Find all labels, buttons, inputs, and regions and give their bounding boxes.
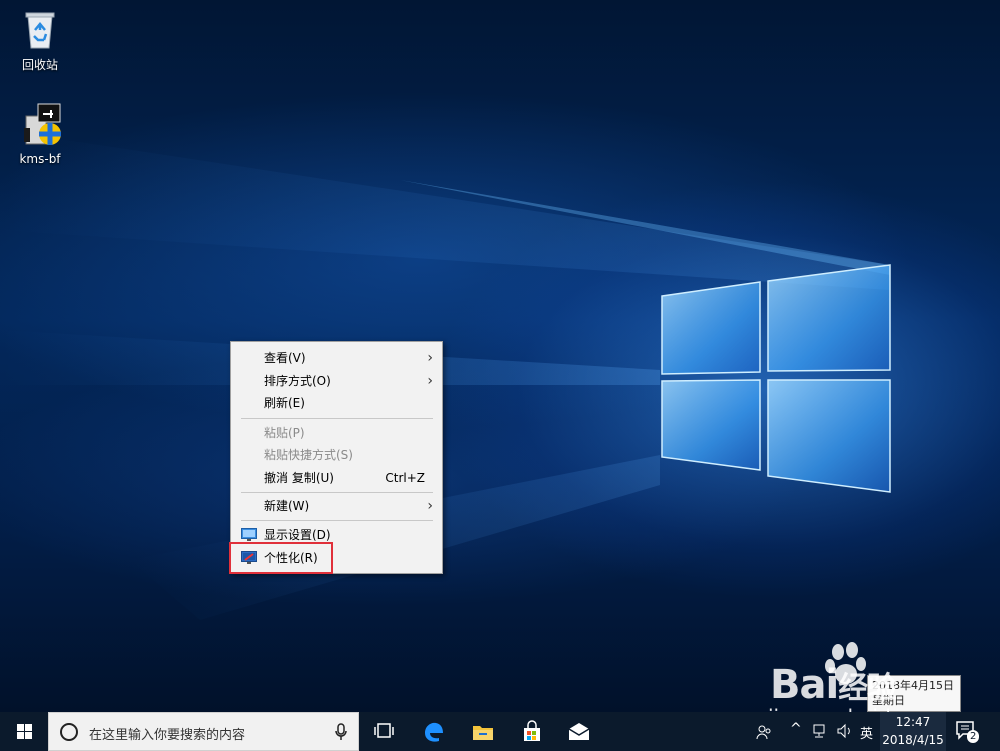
people-icon[interactable] [756, 724, 772, 740]
chevron-right-icon: › [427, 498, 433, 514]
highlight-annotation [229, 542, 333, 574]
menu-item-label: 查看(V) [264, 351, 306, 365]
edge-icon [425, 722, 443, 742]
desktop-icon-label: kms-bf [19, 152, 61, 166]
menu-separator [241, 520, 433, 521]
clock-time: 12:47 [895, 715, 931, 729]
menu-item-paste: 粘贴(P) [231, 422, 442, 444]
kms-app-icon [24, 103, 61, 145]
watermark-brand-latin: Bai [770, 662, 839, 708]
watermark-brand: Bai经验 [770, 662, 897, 708]
edge-button[interactable] [413, 712, 453, 751]
task-view-button[interactable] [364, 712, 404, 751]
menu-item-label: 撤消 复制(U) [264, 471, 334, 485]
volume-icon[interactable] [836, 723, 854, 739]
menu-item-label: 排序方式(O) [264, 374, 331, 388]
clock-date: 2018/4/15 [882, 733, 944, 747]
file-explorer-button[interactable] [462, 712, 502, 751]
mail-icon [568, 723, 590, 740]
menu-item-shortcut: Ctrl+Z [385, 471, 425, 485]
menu-item-label: 刷新(E) [264, 396, 305, 410]
watermark-brand-cjk: 经验 [838, 671, 897, 706]
task-view-icon [374, 723, 394, 738]
desktop-icon-kms-bf[interactable]: kms-bf [7, 102, 73, 166]
microphone-icon[interactable] [335, 723, 347, 741]
notification-badge: 2 [967, 730, 980, 743]
menu-separator [241, 418, 433, 419]
mail-button[interactable] [558, 712, 598, 751]
menu-item-label: 新建(W) [264, 499, 310, 513]
menu-item-view[interactable]: 查看(V) › [231, 347, 442, 369]
clock[interactable]: 12:47 2018/4/15 [880, 712, 946, 751]
desktop-context-menu: 查看(V) › 排序方式(O) › 刷新(E) 粘贴(P) 粘贴快捷方式(S) … [230, 341, 443, 574]
network-icon[interactable] [812, 723, 830, 739]
taskbar: 在这里输入你要搜索的内容 ^ 英 12:47 2018/4/15 2 [0, 712, 1000, 751]
menu-separator [241, 492, 433, 493]
chevron-up-icon[interactable]: ^ [790, 721, 802, 751]
menu-item-label: 粘贴(P) [264, 426, 305, 440]
desktop-icon-recycle-bin[interactable]: 回收站 [7, 6, 73, 73]
chevron-right-icon: › [427, 350, 433, 366]
store-icon [524, 720, 540, 741]
file-explorer-icon [473, 726, 493, 740]
menu-item-sort-by[interactable]: 排序方式(O) › [231, 370, 442, 392]
desktop-icon-label: 回收站 [21, 58, 58, 72]
desktop[interactable]: 回收站 kms-bf [0, 0, 1000, 712]
action-center-button[interactable]: 2 [955, 720, 985, 744]
search-box[interactable]: 在这里输入你要搜索的内容 [48, 712, 359, 751]
menu-item-paste-shortcut: 粘贴快捷方式(S) [231, 444, 442, 466]
windows-start-icon [17, 724, 32, 739]
display-settings-icon [241, 528, 257, 541]
search-placeholder: 在这里输入你要搜索的内容 [89, 728, 246, 743]
store-button[interactable] [511, 712, 551, 751]
recycle-bin-icon [25, 12, 55, 49]
menu-item-label: 粘贴快捷方式(S) [264, 448, 353, 462]
cortana-icon [60, 723, 78, 741]
windows-logo-wallpaper [661, 264, 891, 493]
menu-item-new[interactable]: 新建(W) › [231, 495, 442, 517]
menu-item-refresh[interactable]: 刷新(E) [231, 392, 442, 414]
ime-indicator[interactable]: 英 [860, 723, 873, 751]
chevron-right-icon: › [427, 373, 433, 389]
menu-item-undo-copy[interactable]: 撤消 复制(U) Ctrl+Z [231, 467, 442, 489]
start-button[interactable] [0, 712, 48, 751]
